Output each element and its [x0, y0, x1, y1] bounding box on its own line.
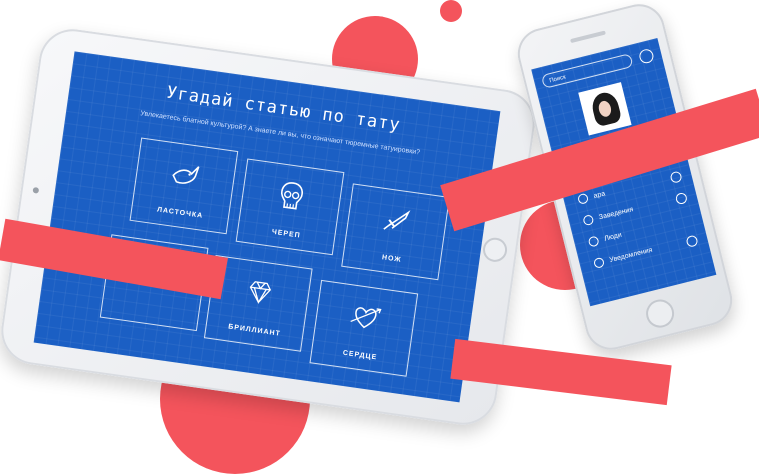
- card-knife[interactable]: НОЖ: [341, 183, 450, 281]
- tablet-home-button[interactable]: [481, 236, 509, 264]
- menu-label: Люди: [603, 231, 623, 243]
- menu-label: Заведения: [598, 206, 634, 222]
- card-heart[interactable]: СЕРДЦЕ: [309, 279, 419, 377]
- badge-icon: [685, 234, 699, 248]
- knife-icon: [383, 210, 411, 230]
- diamond-icon: [249, 281, 272, 305]
- card-label: БРИЛЛИАНТ: [227, 323, 282, 338]
- card-swallow[interactable]: ЛАСТОЧКА: [129, 137, 239, 235]
- card-skull[interactable]: ЧЕРЕП: [235, 158, 345, 256]
- heart-arrow-icon: [350, 307, 382, 329]
- card-label: [102, 307, 197, 320]
- swallow-icon: [172, 166, 200, 184]
- badge-icon: [669, 170, 683, 184]
- card-label: ЛАСТОЧКА: [156, 206, 204, 220]
- places-icon: [582, 214, 595, 227]
- bell-icon: [592, 256, 606, 270]
- card-label: НОЖ: [381, 254, 402, 264]
- card-label: СЕРДЦЕ: [342, 349, 378, 362]
- phone-home-button[interactable]: [643, 296, 678, 331]
- card-label: ЧЕРЕП: [271, 228, 302, 240]
- skull-icon: [280, 182, 303, 210]
- people-icon: [587, 235, 600, 248]
- tablet-camera: [32, 186, 40, 194]
- menu-icon: [577, 192, 590, 206]
- tablet-screen: Угадай статью по тату Увлекаетесь блатно…: [33, 51, 501, 403]
- phone-speaker: [570, 30, 606, 44]
- gear-icon[interactable]: [637, 47, 655, 65]
- avatar[interactable]: [578, 82, 632, 136]
- menu-label: ара: [592, 190, 607, 201]
- menu-label: Уведомления: [608, 246, 654, 265]
- badge-icon: [674, 191, 689, 206]
